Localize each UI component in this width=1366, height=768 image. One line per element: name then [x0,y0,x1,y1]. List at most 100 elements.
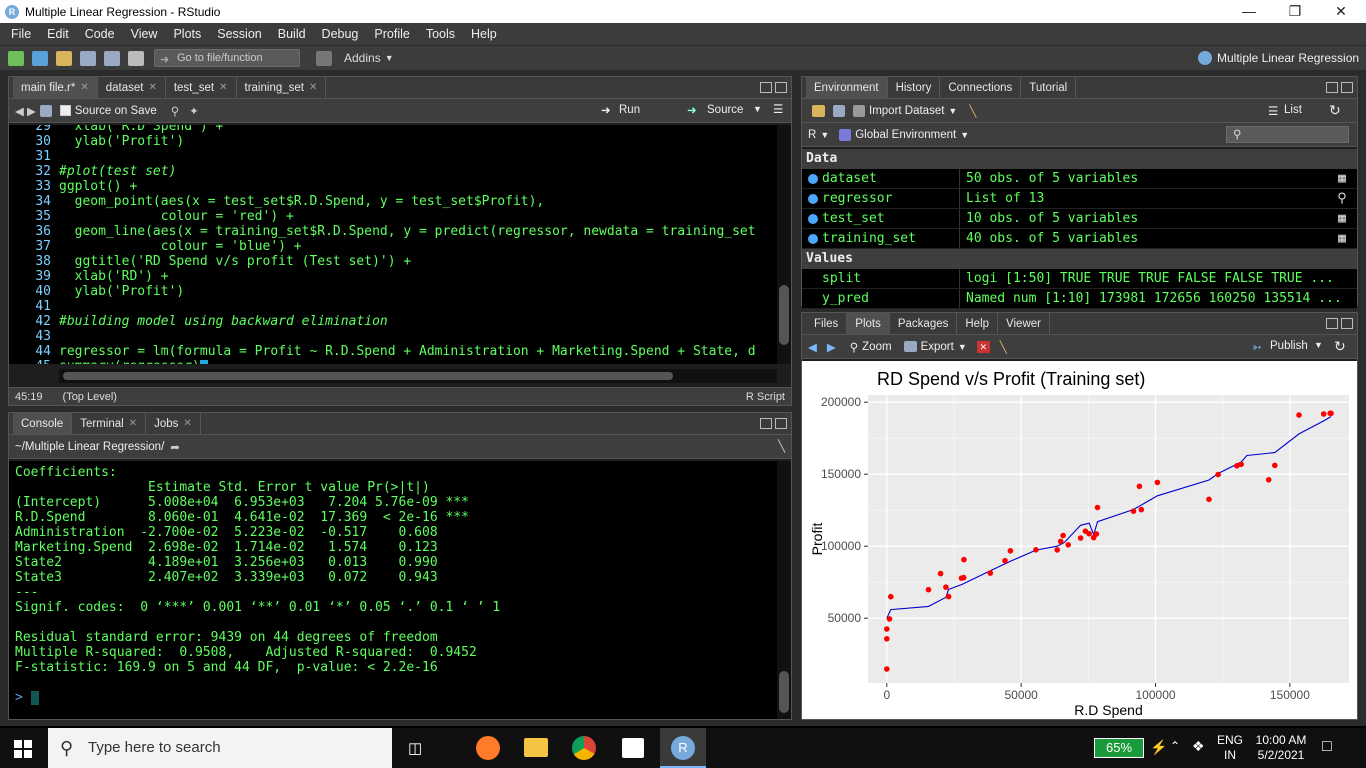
tab-plots[interactable]: Plots [847,313,890,334]
minimize-pane-icon[interactable] [760,82,772,93]
save-workspace-icon[interactable] [833,104,845,117]
code-line[interactable]: 34 geom_point(aes(x = test_set$R.D.Spend… [9,194,777,209]
previous-plot-icon[interactable]: ◀ [808,340,817,354]
menu-plots[interactable]: Plots [165,27,209,41]
new-file-icon[interactable] [8,50,24,66]
menu-code[interactable]: Code [77,27,123,41]
expand-arrow-icon[interactable] [808,233,818,244]
goto-file-input[interactable]: ➜ Go to file/function [154,49,300,67]
tab-help[interactable]: Help [957,313,999,334]
clock[interactable]: 10:00 AM 5/2/2021 [1252,733,1310,763]
code-line[interactable]: 39 xlab('RD') + [9,269,777,284]
tab-jobs[interactable]: Jobs ✕ [146,413,201,434]
code-line[interactable]: 43 [9,329,777,344]
magic-wand-icon[interactable]: ✦ [189,104,199,118]
inspect-icon[interactable]: ⚲ [1327,189,1357,208]
view-table-icon[interactable]: ▦ [1327,229,1357,248]
code-line[interactable]: 31 [9,149,777,164]
code-editor[interactable]: 29 xlab('R.D Spend') +30 ylab('Profit') 3… [9,125,777,364]
tab-terminal[interactable]: Terminal ✕ [72,413,147,434]
close-tab-icon[interactable]: ✕ [129,418,137,429]
tab-dataset[interactable]: dataset ✕ [97,77,166,98]
minimize-pane-icon[interactable] [1326,82,1338,93]
publish-button[interactable]: Publish [1270,340,1308,352]
save-all-icon[interactable] [104,50,120,66]
project-menu[interactable]: Multiple Linear Regression [1217,51,1359,65]
tab-packages[interactable]: Packages [889,313,958,334]
menu-debug[interactable]: Debug [314,27,367,41]
maximize-pane-icon[interactable] [1341,82,1353,93]
firefox-icon[interactable] [476,736,500,760]
environment-scope-menu[interactable]: Global Environment [855,129,956,141]
clear-plots-broom-icon[interactable]: ╲ [1000,340,1007,354]
working-directory[interactable]: ~/Multiple Linear Regression/ [15,441,164,453]
file-explorer-icon[interactable] [524,738,548,757]
export-menu[interactable]: Export [921,341,954,353]
code-line[interactable]: 30 ylab('Profit') [9,134,777,149]
close-tab-icon[interactable]: ✕ [309,82,317,93]
tab-console[interactable]: Console [13,413,73,434]
menu-view[interactable]: View [123,27,166,41]
chrome-icon[interactable] [572,736,596,760]
code-line[interactable]: 44 regressor = lm(formula = Profit ~ R.D.… [9,344,777,359]
input-language-indicator[interactable]: ENG IN [1216,733,1244,763]
search-icon[interactable]: ⚲ [171,104,179,118]
battery-indicator[interactable]: 65% [1094,738,1144,758]
code-line[interactable]: 45summary(regressor) [9,359,777,364]
new-project-icon[interactable] [32,50,48,66]
close-tab-icon[interactable]: ✕ [80,82,88,93]
store-icon[interactable] [622,738,644,758]
code-line[interactable]: 42 #building model using backward elimina… [9,314,777,329]
console-prompt[interactable]: > [15,690,777,705]
expand-arrow-icon[interactable] [808,213,818,224]
scope-indicator[interactable]: (Top Level) [63,391,117,403]
tab-environment[interactable]: Environment [806,77,888,98]
code-line[interactable]: 36 geom_line(aes(x = training_set$R.D.Sp… [9,224,777,239]
view-table-icon[interactable]: ▦ [1327,209,1357,228]
menu-file[interactable]: File [3,27,39,41]
code-line[interactable]: 35 colour = 'red') + [9,209,777,224]
broom-icon[interactable]: ╲ [969,104,976,118]
tab-training-set[interactable]: training_set ✕ [236,77,327,98]
rstudio-taskbar-button[interactable]: R [660,728,706,768]
file-type-menu[interactable]: R Script [746,391,785,403]
tab-viewer[interactable]: Viewer [998,313,1050,334]
code-line[interactable]: 38 ggtitle('RD Spend v/s profit (Test se… [9,254,777,269]
editor-scrollbar[interactable] [777,125,791,364]
windows-start-icon[interactable] [14,740,32,758]
task-view-icon[interactable]: ◫ [408,739,422,757]
show-hidden-icons-chevron[interactable]: ⌃ [1170,739,1180,753]
back-forward-icon[interactable]: ◀ ▶ [15,104,36,118]
minimize-pane-icon[interactable] [1326,318,1338,329]
maximize-pane-icon[interactable] [775,418,787,429]
tab-history[interactable]: History [887,77,941,98]
minimize-button[interactable]: — [1226,0,1272,23]
environment-row[interactable]: training_set 40 obs. of 5 variables ▦ [802,229,1357,249]
code-line[interactable]: 41 [9,299,777,314]
clear-console-icon[interactable]: ╲ [778,439,785,453]
code-line[interactable]: 37 colour = 'blue') + [9,239,777,254]
console-output[interactable]: Coefficients: Estimate Std. Error t valu… [9,461,777,719]
print-icon[interactable] [128,50,144,66]
taskbar-search-input[interactable]: ⚲ Type here to search [48,728,392,768]
grid-icon[interactable] [316,50,332,66]
close-tab-icon[interactable]: ✕ [219,82,227,93]
tab-files[interactable]: Files [806,313,848,334]
maximize-pane-icon[interactable] [1341,318,1353,329]
tab-main-file[interactable]: main file.r* ✕ [13,77,98,98]
minimize-pane-icon[interactable] [760,418,772,429]
outline-icon[interactable]: ☰ [773,102,783,116]
expand-arrow-icon[interactable] [808,193,818,204]
zoom-button[interactable]: Zoom [862,341,891,353]
code-line[interactable]: 40 ylab('Profit') [9,284,777,299]
notifications-icon[interactable]: □ [1322,738,1332,756]
code-line[interactable]: 29 xlab('R.D Spend') + [9,125,777,134]
tab-connections[interactable]: Connections [940,77,1022,98]
remove-plot-icon[interactable]: ✕ [976,340,990,353]
console-scrollbar[interactable] [777,461,791,719]
refresh-icon[interactable]: ↻ [1329,102,1341,119]
wifi-icon[interactable]: ❖ [1192,738,1205,755]
load-workspace-icon[interactable] [812,104,825,117]
environment-search-input[interactable]: ⚲ [1226,126,1349,143]
source-chevron-icon[interactable]: ▼ [753,104,762,114]
